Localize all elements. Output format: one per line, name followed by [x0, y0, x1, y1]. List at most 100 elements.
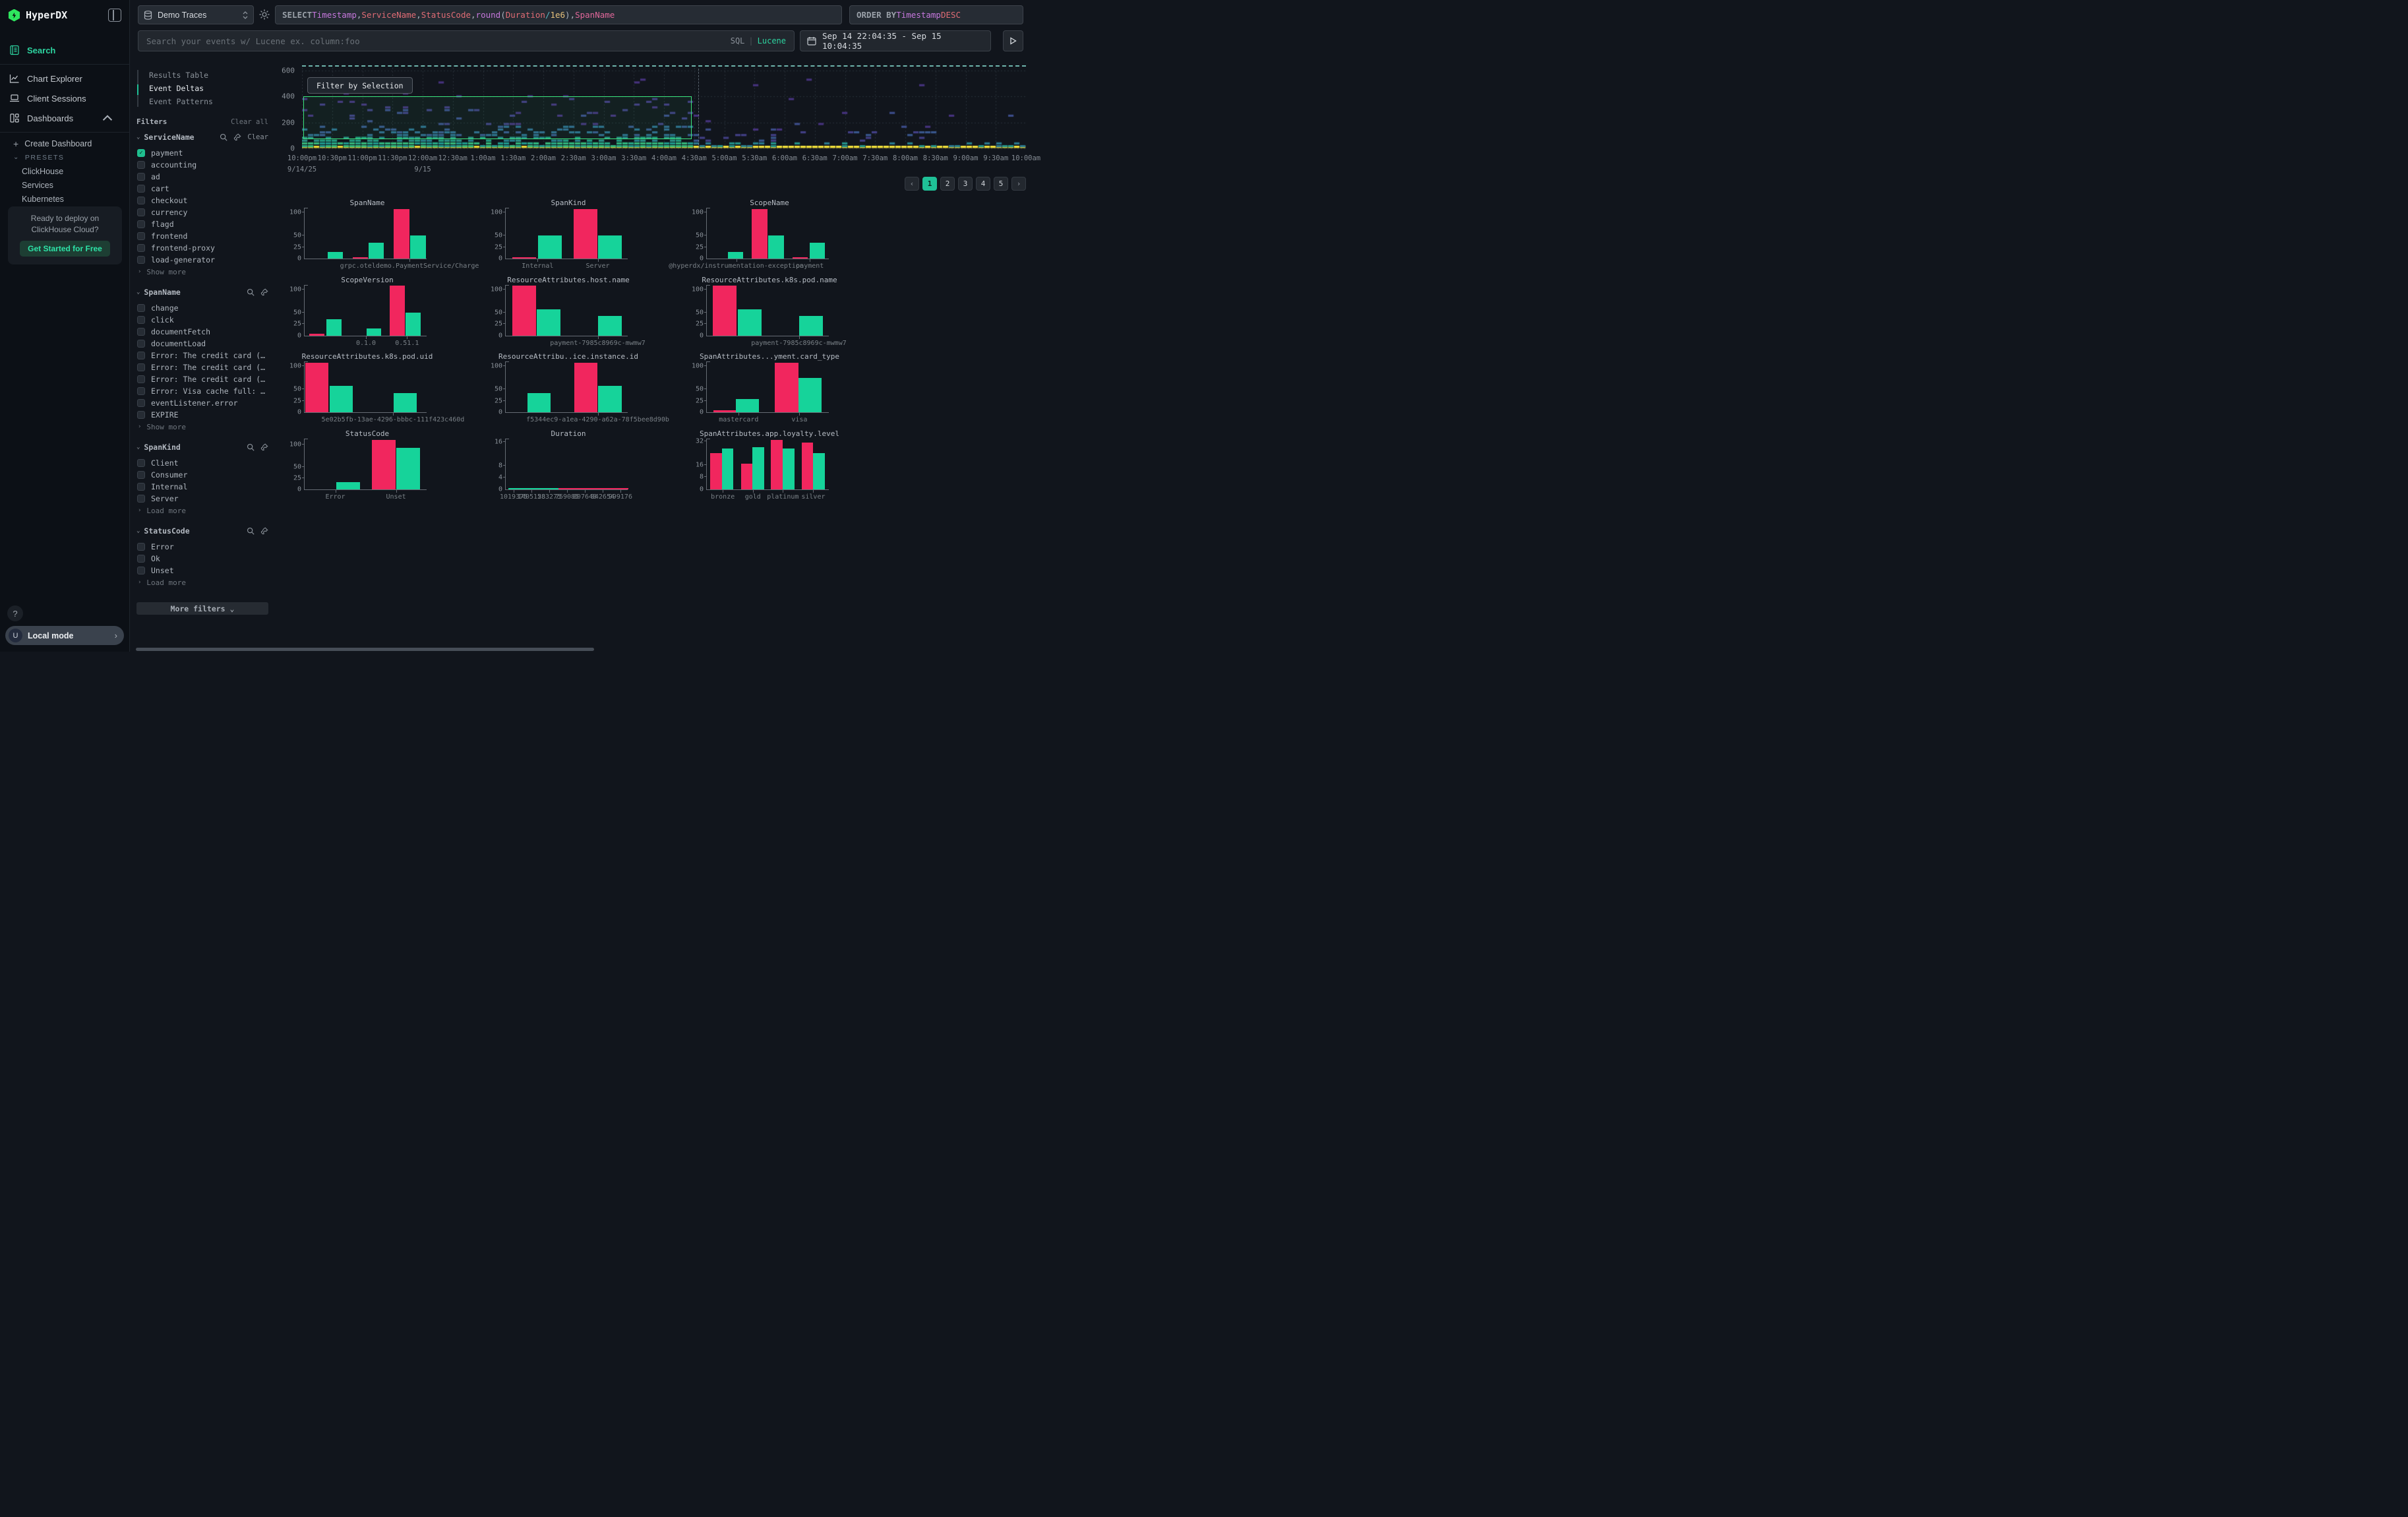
checkbox[interactable]	[137, 340, 145, 348]
filter-option[interactable]: currency	[136, 206, 268, 218]
bar-larger-range[interactable]	[598, 386, 621, 412]
checkbox[interactable]	[137, 232, 145, 240]
bar-larger-range[interactable]	[810, 243, 825, 259]
filter-group-title[interactable]: SpanName	[144, 288, 241, 297]
bar-larger-range[interactable]	[527, 393, 551, 412]
bar-smaller-range[interactable]	[775, 363, 798, 412]
checkbox[interactable]	[137, 495, 145, 503]
help-button[interactable]: ?	[7, 605, 23, 621]
search-icon[interactable]	[247, 288, 255, 296]
bar-larger-range[interactable]	[768, 235, 783, 259]
source-select[interactable]: Demo Traces	[138, 5, 254, 24]
checkbox[interactable]	[137, 567, 145, 574]
bar-larger-range[interactable]	[752, 447, 764, 489]
checkbox[interactable]	[137, 316, 145, 324]
filter-option[interactable]: flagd	[136, 218, 268, 230]
checkbox[interactable]	[137, 387, 145, 395]
analysis-mode-event-deltas[interactable]: Event Deltas	[138, 82, 268, 95]
filter-option[interactable]: ad	[136, 171, 268, 183]
page-prev-button[interactable]: ‹	[905, 177, 919, 191]
bar-larger-range[interactable]	[736, 399, 759, 412]
filter-group-more[interactable]: › Show more	[136, 421, 268, 433]
bar-larger-range[interactable]	[728, 252, 743, 259]
filter-option[interactable]: frontend-proxy	[136, 242, 268, 254]
filter-option[interactable]: eventListener.error	[136, 397, 268, 409]
filter-option[interactable]: click	[136, 314, 268, 326]
bar-smaller-range[interactable]	[802, 443, 814, 489]
order-by-input[interactable]: ORDER BY Timestamp DESC	[849, 5, 1023, 24]
checkbox[interactable]	[137, 543, 145, 551]
sql-mode-label[interactable]: SQL	[731, 36, 745, 46]
bar-larger-range[interactable]	[406, 313, 420, 336]
bar-larger-range[interactable]	[394, 393, 417, 412]
page-button-3[interactable]: 3	[958, 177, 973, 191]
checkbox[interactable]	[137, 208, 145, 216]
pin-icon[interactable]	[260, 443, 268, 451]
bar-larger-range[interactable]	[798, 378, 822, 412]
search-icon[interactable]	[247, 443, 255, 451]
bar-smaller-range[interactable]	[512, 257, 535, 259]
filter-group-title[interactable]: ServiceName	[144, 133, 214, 142]
filter-by-selection-button[interactable]: Filter by Selection	[307, 77, 413, 94]
filter-option[interactable]: Server	[136, 493, 268, 505]
bar-larger-range[interactable]	[336, 482, 360, 489]
bar-larger-range[interactable]	[369, 243, 384, 259]
checkbox[interactable]	[137, 304, 145, 312]
filter-option[interactable]: Unset	[136, 565, 268, 576]
filter-option[interactable]: cart	[136, 183, 268, 195]
bar-larger-range[interactable]	[396, 448, 420, 489]
checkbox[interactable]	[137, 459, 145, 467]
bar-larger-range[interactable]	[598, 316, 622, 335]
bar-larger-range[interactable]	[330, 386, 353, 412]
checkbox[interactable]	[137, 375, 145, 383]
bar-smaller-range[interactable]	[574, 209, 597, 259]
checkbox[interactable]	[137, 185, 145, 193]
checkbox[interactable]	[137, 256, 145, 264]
page-button-1[interactable]: 1	[922, 177, 937, 191]
pin-icon[interactable]	[260, 527, 268, 535]
bar-smaller-range[interactable]	[305, 363, 328, 412]
sidebar-item-chart-explorer[interactable]: Chart Explorer	[0, 69, 129, 88]
checkbox[interactable]	[137, 555, 145, 563]
checkbox[interactable]	[137, 471, 145, 479]
bar-smaller-range[interactable]	[710, 453, 722, 489]
sql-select-input[interactable]: SELECT Timestamp, ServiceName, StatusCod…	[275, 5, 842, 24]
gear-icon[interactable]	[258, 9, 270, 20]
page-button-4[interactable]: 4	[976, 177, 990, 191]
filter-option[interactable]: Error: The credit card (…	[136, 350, 268, 361]
filter-option[interactable]: frontend	[136, 230, 268, 242]
filter-option[interactable]: Error: The credit card (…	[136, 361, 268, 373]
checkbox[interactable]	[137, 173, 145, 181]
checkbox[interactable]	[137, 483, 145, 491]
filter-option[interactable]: load-generator	[136, 254, 268, 266]
filter-group-more[interactable]: › Load more	[136, 505, 268, 516]
sidebar-item-client-sessions[interactable]: Client Sessions	[0, 88, 129, 108]
bar-larger-range[interactable]	[538, 235, 561, 259]
filter-option[interactable]: ✓ payment	[136, 147, 268, 159]
horizontal-scrollbar[interactable]	[136, 648, 594, 651]
bar-smaller-range[interactable]	[309, 334, 324, 335]
checkbox[interactable]	[137, 363, 145, 371]
checkbox[interactable]	[137, 328, 145, 336]
bar-smaller-range[interactable]	[793, 257, 808, 259]
filter-option[interactable]: accounting	[136, 159, 268, 171]
bar-smaller-range[interactable]	[394, 209, 409, 259]
bar-larger-range[interactable]	[367, 328, 381, 335]
checkbox[interactable]	[137, 244, 145, 252]
bar-larger-range[interactable]	[326, 319, 341, 335]
checkbox[interactable]	[137, 220, 145, 228]
heatmap-selection-rect[interactable]	[303, 96, 692, 139]
bar-larger-range[interactable]	[537, 309, 560, 336]
sidebar-preset-services[interactable]: Services	[0, 178, 129, 192]
analysis-mode-results-table[interactable]: Results Table	[138, 69, 268, 82]
bar-larger-range[interactable]	[598, 235, 621, 259]
search-input[interactable]	[146, 36, 731, 46]
checkbox-checked[interactable]: ✓	[137, 149, 145, 157]
bar-smaller-range[interactable]	[713, 286, 737, 335]
bar-smaller-range[interactable]	[574, 363, 597, 412]
filter-group-title[interactable]: StatusCode	[144, 526, 241, 536]
pin-icon[interactable]	[260, 288, 268, 296]
bar-larger-range[interactable]	[813, 453, 825, 489]
filter-option[interactable]: Error: Visa cache full: …	[136, 385, 268, 397]
page-button-5[interactable]: 5	[994, 177, 1008, 191]
